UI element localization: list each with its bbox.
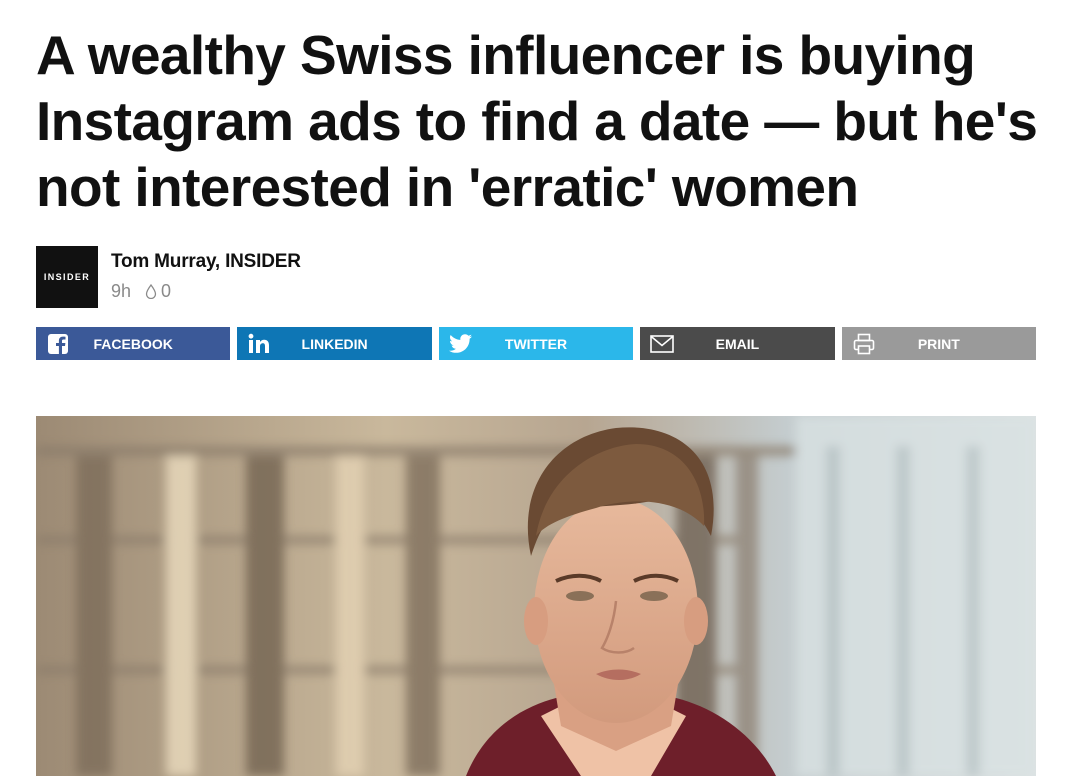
linkedin-icon xyxy=(237,327,281,360)
printer-icon xyxy=(842,327,886,360)
author-name[interactable]: Tom Murray, INSIDER xyxy=(111,251,301,273)
article-meta: 9h 0 xyxy=(111,281,301,302)
linkedin-share-button[interactable]: LINKEDIN xyxy=(237,327,432,360)
timestamp: 9h xyxy=(111,281,132,301)
hero-photo-illustration xyxy=(36,416,1036,776)
print-label: PRINT xyxy=(917,335,960,352)
article-headline: A wealthy Swiss influencer is buying Ins… xyxy=(36,24,1038,218)
twitter-icon xyxy=(439,327,483,360)
byline-text: Tom Murray, INSIDER 9h 0 xyxy=(111,246,301,302)
hero-image xyxy=(36,416,1036,776)
facebook-share-label: FACEBOOK xyxy=(93,335,173,352)
print-button[interactable]: PRINT xyxy=(841,327,1037,360)
envelope-icon xyxy=(640,327,684,360)
twitter-share-button[interactable]: TWITTER xyxy=(438,327,634,360)
linkedin-share-label: LINKEDIN xyxy=(301,335,368,352)
share-bar: FACEBOOK LINKEDIN TWITTER EMAIL PRINT xyxy=(36,327,1037,360)
insider-logo[interactable]: INSIDER xyxy=(36,246,98,308)
twitter-share-label: TWITTER xyxy=(504,335,568,352)
comment-count[interactable]: 0 xyxy=(161,281,171,302)
byline: INSIDER Tom Murray, INSIDER 9h 0 xyxy=(36,246,301,308)
comment-icon[interactable] xyxy=(145,284,157,299)
email-share-button[interactable]: EMAIL xyxy=(640,327,835,360)
email-share-label: EMAIL xyxy=(715,335,760,352)
facebook-share-button[interactable]: FACEBOOK xyxy=(36,327,231,360)
facebook-icon xyxy=(36,327,80,360)
